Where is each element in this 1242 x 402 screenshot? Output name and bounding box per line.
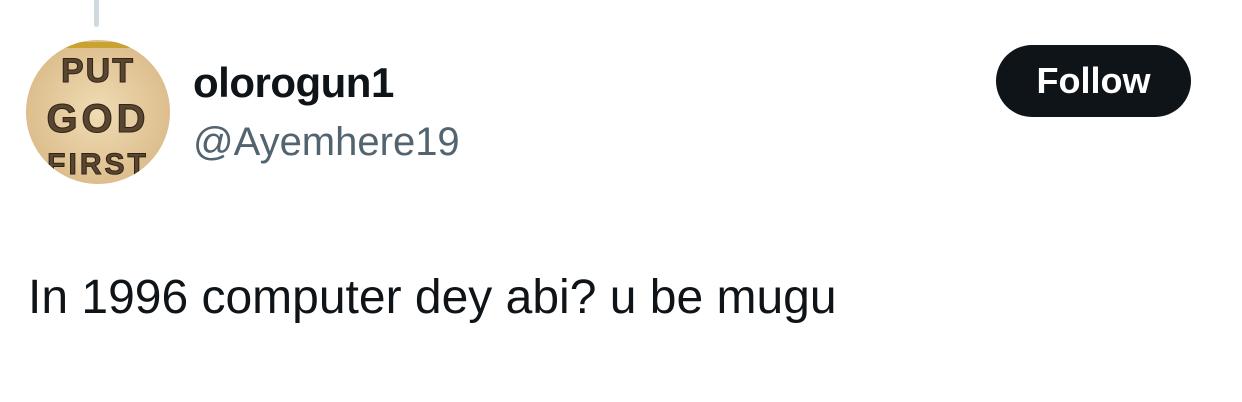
user-info[interactable]: olorogun1 @Ayemhere19 (193, 58, 460, 166)
avatar-line-3: FIRST (47, 148, 149, 181)
thread-connector-line (94, 0, 99, 27)
avatar[interactable]: PUT GOD FIRST (26, 40, 170, 184)
display-name[interactable]: olorogun1 (193, 58, 460, 108)
user-handle[interactable]: @Ayemhere19 (193, 118, 460, 166)
tweet-text: In 1996 computer dey abi? u be mugu (28, 271, 837, 324)
avatar-line-2: GOD (46, 97, 149, 141)
avatar-line-1: PUT (61, 52, 135, 90)
avatar-image: PUT GOD FIRST (26, 40, 170, 184)
follow-button[interactable]: Follow (996, 45, 1191, 117)
